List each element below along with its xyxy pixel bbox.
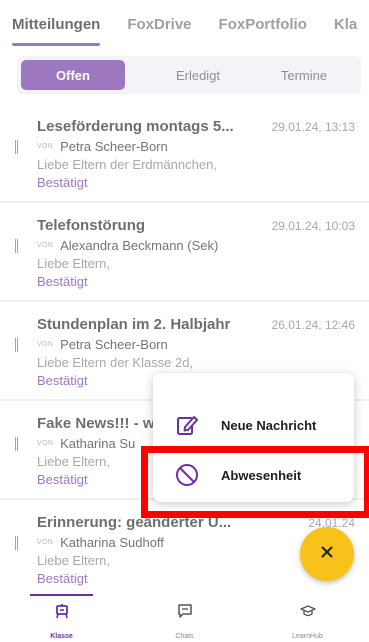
message-date: 26.01.24, 12:46 — [271, 318, 355, 332]
unread-marker — [15, 338, 18, 352]
from-label: VON — [37, 143, 54, 150]
unread-marker — [15, 536, 18, 550]
nav-chats[interactable]: Chats — [123, 594, 246, 642]
close-icon — [319, 544, 335, 565]
edit-icon — [175, 413, 199, 437]
message-sender: Katharina Sudhoff — [60, 535, 164, 550]
segment-termine[interactable]: Termine — [251, 60, 357, 90]
message-date: 29.01.24, 10:03 — [271, 219, 355, 233]
unread-marker — [15, 140, 18, 154]
message-status: Bestätigt — [37, 274, 88, 289]
nav-label: Klasse — [50, 633, 73, 640]
message-sender: Petra Scheer-Born — [60, 139, 168, 154]
message-preview: Liebe Eltern der Klasse 2d, — [37, 355, 194, 370]
close-fab-button[interactable] — [300, 527, 354, 581]
from-label: VON — [37, 440, 54, 447]
chat-icon — [177, 603, 193, 624]
message-title: Leseförderung montags 5... — [37, 118, 234, 135]
new-message-button[interactable]: Neue Nachricht — [153, 403, 354, 447]
graduation-cap-icon — [299, 603, 316, 624]
message-sender: Katharina Su — [60, 436, 136, 451]
from-label: VON — [37, 341, 54, 348]
nav-label: LearnHub — [292, 633, 323, 640]
message-title: Stundenplan im 2. Halbjahr — [37, 316, 231, 333]
from-label: VON — [37, 539, 54, 546]
nav-learnhub[interactable]: LearnHub — [246, 594, 369, 642]
message-preview: Liebe Eltern der Erdmännchen, — [37, 157, 217, 172]
bottom-nav: Klasse Chats LearnHub — [0, 594, 369, 642]
message-date: 29.01.24, 13:13 — [271, 120, 355, 134]
tab-foxportfolio[interactable]: FoxPortfolio — [219, 16, 307, 46]
class-icon — [54, 603, 70, 624]
tab-klasse[interactable]: Kla — [334, 16, 357, 46]
status-filter: Offen Erledigt Termine — [17, 56, 361, 94]
tab-foxdrive[interactable]: FoxDrive — [127, 16, 191, 46]
nav-klasse[interactable]: Klasse — [0, 594, 123, 642]
tab-mitteilungen[interactable]: Mitteilungen — [12, 16, 101, 46]
unread-marker — [15, 239, 18, 253]
message-list: Leseförderung montags 5... 29.01.24, 13:… — [0, 104, 369, 599]
top-tab-bar: Mitteilungen FoxDrive FoxPortfolio Kla — [0, 0, 369, 46]
new-message-label: Neue Nachricht — [221, 417, 317, 433]
message-item[interactable]: Leseförderung montags 5... 29.01.24, 13:… — [0, 104, 369, 203]
unread-marker — [15, 437, 18, 451]
message-sender: Alexandra Beckmann (Sek) — [60, 238, 219, 253]
highlight-frame — [141, 446, 369, 518]
message-title: Fake News!!! - w — [37, 415, 155, 432]
message-item[interactable]: Telefonstörung 29.01.24, 10:03 VON Alexan… — [0, 203, 369, 302]
message-sender: Petra Scheer-Born — [60, 337, 168, 352]
segment-offen[interactable]: Offen — [21, 60, 125, 90]
message-title: Telefonstörung — [37, 217, 146, 234]
from-label: VON — [37, 242, 54, 249]
message-preview: Liebe Eltern, — [37, 256, 110, 271]
message-status: Bestätigt — [37, 175, 88, 190]
nav-label: Chats — [175, 633, 194, 640]
segment-erledigt[interactable]: Erledigt — [145, 60, 251, 90]
